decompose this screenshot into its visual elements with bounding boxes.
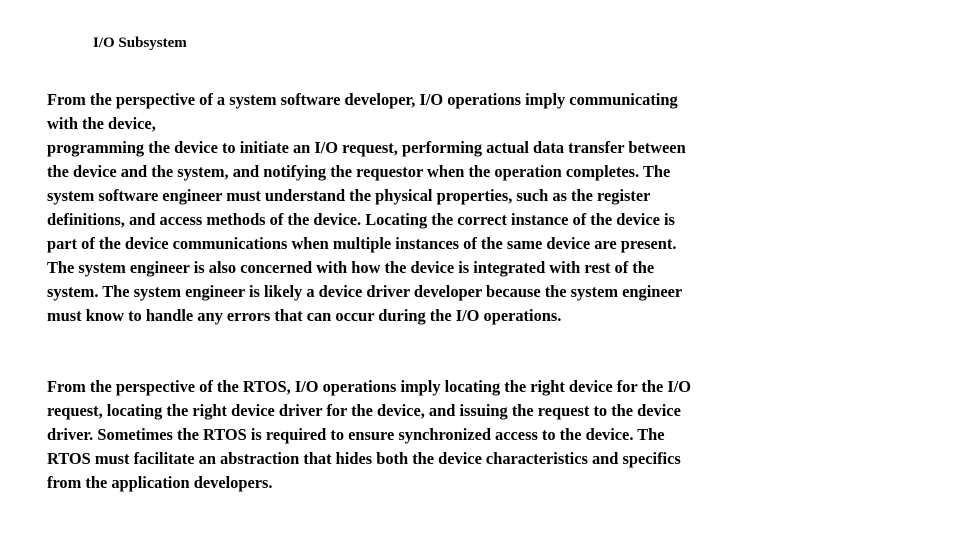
text-line: must know to handle any errors that can …	[47, 306, 562, 325]
text-line: RTOS must facilitate an abstraction that…	[47, 449, 681, 468]
text-line: request, locating the right device drive…	[47, 401, 681, 420]
text-line: from the application developers.	[47, 473, 273, 492]
text-line: system software engineer must understand…	[47, 186, 651, 205]
text-line: with the device,	[47, 114, 156, 133]
text-line: system. The system engineer is likely a …	[47, 282, 683, 301]
text-line: The system engineer is also concerned wi…	[47, 258, 655, 277]
paragraph-rtos-perspective: From the perspective of the RTOS, I/O op…	[47, 375, 847, 495]
text-line: driver. Sometimes the RTOS is required t…	[47, 425, 665, 444]
text-line: programming the device to initiate an I/…	[47, 138, 686, 157]
slide-title: I/O Subsystem	[93, 35, 187, 51]
text-line: From the perspective of the RTOS, I/O op…	[47, 377, 692, 396]
text-line: the device and the system, and notifying…	[47, 162, 671, 181]
text-line: definitions, and access methods of the d…	[47, 210, 675, 229]
text-line: From the perspective of a system softwar…	[47, 90, 678, 109]
paragraph-system-developer-perspective: From the perspective of a system softwar…	[47, 88, 847, 328]
text-line: part of the device communications when m…	[47, 234, 677, 253]
